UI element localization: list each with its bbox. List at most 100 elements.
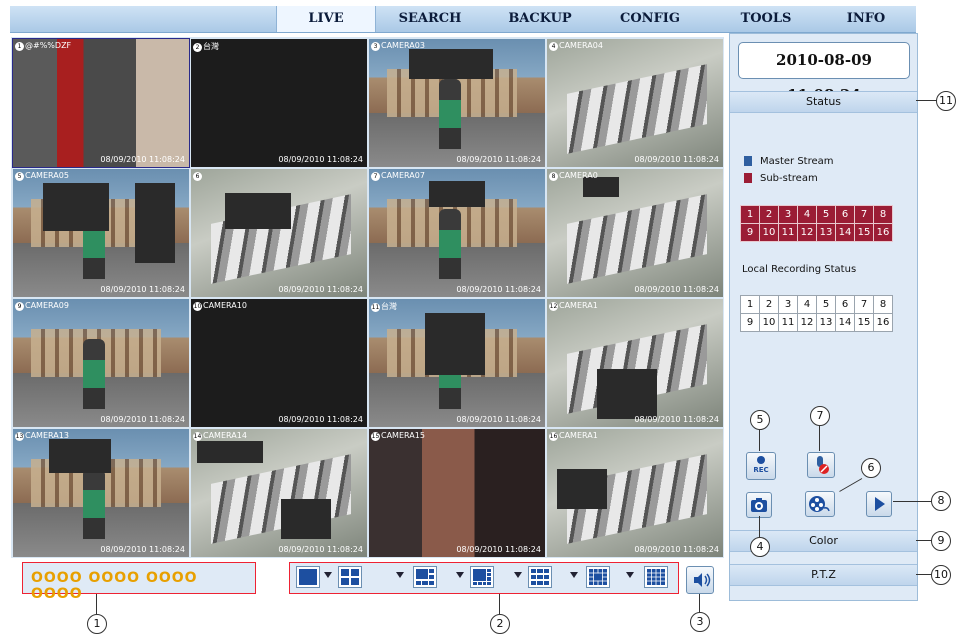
manual-record-button[interactable]	[805, 491, 835, 517]
live-view-grid: 1 @#%%DZF 08/09/2010 11:08:24 2 台灣 08/09/2…	[11, 37, 724, 558]
sub-stream-swatch	[744, 173, 752, 183]
camera-name: CAMERA09	[25, 301, 69, 310]
layout-16-icon	[647, 569, 665, 585]
stream-channel[interactable]: 11	[779, 224, 797, 241]
camera-tile[interactable]: 15 CAMERA15 08/09/2010 11:08:24	[369, 429, 545, 557]
sub-stream-legend: Sub-stream	[744, 173, 818, 184]
stream-channel[interactable]: 16	[874, 224, 892, 241]
channel-status-strip: OOOO OOOO OOOO OOOO	[22, 562, 256, 602]
recording-channel: 15	[855, 314, 873, 331]
camera-timestamp: 08/09/2010 11:08:24	[456, 545, 541, 554]
tab-backup[interactable]: BACKUP	[490, 6, 590, 32]
camera-timestamp: 08/09/2010 11:08:24	[100, 155, 185, 164]
recording-channel: 16	[874, 314, 892, 331]
dropdown-arrow-icon[interactable]	[456, 572, 464, 578]
volume-button[interactable]	[686, 566, 714, 594]
camera-tile[interactable]: 3 CAMERA03 08/09/2010 11:08:24	[369, 39, 545, 167]
dropdown-arrow-icon[interactable]	[324, 572, 332, 578]
mute-mic-button[interactable]	[807, 452, 835, 478]
recording-channel: 7	[855, 296, 873, 313]
camera-name: CAMERA0	[559, 171, 598, 180]
camera-tile[interactable]: 10 CAMERA10 08/09/2010 11:08:24	[191, 299, 367, 427]
stream-channel[interactable]: 15	[855, 224, 873, 241]
camera-timestamp: 08/09/2010 11:08:24	[278, 545, 363, 554]
camera-tile[interactable]: 16 CAMERA1 08/09/2010 11:08:24	[547, 429, 723, 557]
callout-1: 1	[87, 614, 107, 634]
recording-channel: 10	[760, 314, 778, 331]
record-button[interactable]: REC	[746, 452, 776, 480]
camera-tile[interactable]: 14 CAMERA14 08/09/2010 11:08:24	[191, 429, 367, 557]
dropdown-arrow-icon[interactable]	[570, 572, 578, 578]
stream-channel[interactable]: 10	[760, 224, 778, 241]
camera-tile[interactable]: 13 CAMERA13 08/09/2010 11:08:24	[13, 429, 189, 557]
layout-4-button[interactable]	[338, 566, 362, 588]
layout-16-button[interactable]	[644, 566, 668, 588]
tab-live[interactable]: LIVE	[276, 6, 376, 32]
dropdown-arrow-icon[interactable]	[396, 572, 404, 578]
record-label: REC	[753, 466, 769, 474]
recording-channel: 9	[741, 314, 759, 331]
layout-9-button[interactable]	[528, 566, 552, 588]
layout-13-icon	[589, 569, 607, 585]
camera-name: CAMERA1	[559, 301, 598, 310]
recording-channel: 11	[779, 314, 797, 331]
master-stream-legend: Master Stream	[744, 156, 834, 167]
callout-9: 9	[931, 531, 951, 551]
layout-13-button[interactable]	[586, 566, 610, 588]
stream-channel[interactable]: 13	[817, 224, 835, 241]
local-recording-status-label: Local Recording Status	[742, 264, 857, 275]
recording-channel: 2	[760, 296, 778, 313]
camera-tile[interactable]: 1 @#%%DZF 08/09/2010 11:08:24	[12, 38, 190, 168]
camera-timestamp: 08/09/2010 11:08:24	[100, 285, 185, 294]
dvr-client: { "nav": { "tabs": ["LIVE","SEARCH","BAC…	[0, 0, 957, 641]
camera-name: 台灣	[203, 42, 219, 51]
camera-tile[interactable]: 11 台灣 08/09/2010 11:08:24	[369, 299, 545, 427]
camera-name: CAMERA05	[25, 171, 69, 180]
layout-8-button[interactable]	[470, 566, 494, 588]
camera-tile[interactable]: 4 CAMERA04 08/09/2010 11:08:24	[547, 39, 723, 167]
camera-timestamp: 08/09/2010 11:08:24	[634, 285, 719, 294]
camera-tile[interactable]: 5 CAMERA05 08/09/2010 11:08:24	[13, 169, 189, 297]
stream-channel[interactable]: 4	[798, 206, 816, 223]
callout-11: 11	[936, 91, 956, 111]
callout-3: 3	[690, 612, 710, 632]
stream-channel[interactable]: 14	[836, 224, 854, 241]
camera-tile[interactable]: 12 CAMERA1 08/09/2010 11:08:24	[547, 299, 723, 427]
camera-timestamp: 08/09/2010 11:08:24	[634, 155, 719, 164]
dropdown-arrow-icon[interactable]	[514, 572, 522, 578]
layout-8-icon	[473, 569, 491, 585]
stream-channel[interactable]: 2	[760, 206, 778, 223]
snapshot-button[interactable]	[746, 492, 772, 518]
recording-channel: 14	[836, 314, 854, 331]
camera-name: CAMERA1	[559, 431, 598, 440]
stream-channel[interactable]: 1	[741, 206, 759, 223]
camera-timestamp: 08/09/2010 11:08:24	[634, 415, 719, 424]
camera-name: 台灣	[381, 302, 397, 311]
camera-tile[interactable]: 6 08/09/2010 11:08:24	[191, 169, 367, 297]
stream-channel[interactable]: 9	[741, 224, 759, 241]
stream-channel[interactable]: 6	[836, 206, 854, 223]
layout-6-button[interactable]	[413, 566, 437, 588]
camera-tile[interactable]: 9 CAMERA09 08/09/2010 11:08:24	[13, 299, 189, 427]
camera-tile[interactable]: 2 台灣 08/09/2010 11:08:24	[191, 39, 367, 167]
playback-button[interactable]	[866, 491, 892, 517]
callout-4: 4	[750, 537, 770, 557]
layout-1-button[interactable]	[296, 566, 320, 588]
mute-mic-icon	[817, 456, 829, 474]
stream-channel[interactable]: 5	[817, 206, 835, 223]
recording-channel: 13	[817, 314, 835, 331]
tab-search[interactable]: SEARCH	[380, 6, 480, 32]
camera-tile[interactable]: 7 CAMERA07 08/09/2010 11:08:24	[369, 169, 545, 297]
camera-timestamp: 08/09/2010 11:08:24	[278, 415, 363, 424]
stream-channel[interactable]: 7	[855, 206, 873, 223]
tab-info[interactable]: INFO	[816, 6, 916, 32]
stream-channel[interactable]: 12	[798, 224, 816, 241]
stream-channel[interactable]: 3	[779, 206, 797, 223]
status-bar[interactable]: Status	[730, 91, 917, 113]
ptz-bar[interactable]: P.T.Z	[730, 564, 917, 586]
tab-tools[interactable]: TOOLS	[716, 6, 816, 32]
tab-config[interactable]: CONFIG	[600, 6, 700, 32]
stream-channel[interactable]: 8	[874, 206, 892, 223]
dropdown-arrow-icon[interactable]	[626, 572, 634, 578]
camera-tile[interactable]: 8 CAMERA0 08/09/2010 11:08:24	[547, 169, 723, 297]
